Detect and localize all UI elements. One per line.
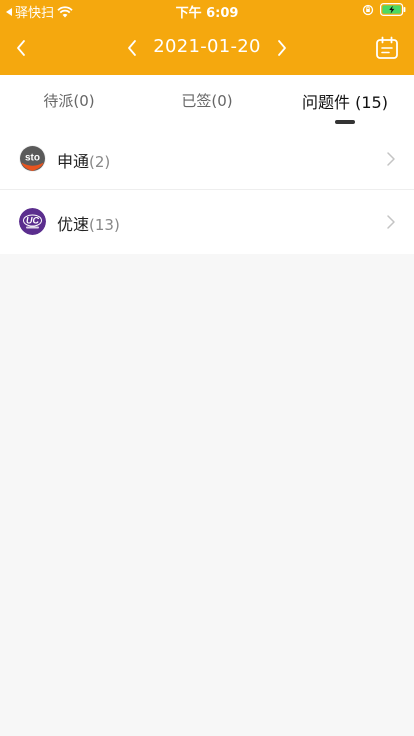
chevron-left-icon bbox=[128, 40, 136, 56]
chevron-right-icon bbox=[278, 40, 286, 56]
tab-problem-count: (15) bbox=[355, 93, 388, 112]
tab-pending-label: 待派 bbox=[43, 92, 74, 110]
date-label[interactable]: 2021-01-20 bbox=[146, 36, 268, 57]
carrier-name: 申通 bbox=[57, 152, 90, 171]
orientation-lock-icon bbox=[362, 4, 374, 15]
sto-logo-icon: sto bbox=[19, 145, 46, 172]
chevron-right-icon bbox=[387, 152, 395, 166]
list-item-uc[interactable]: UC 优速(13) bbox=[0, 190, 414, 254]
chevron-left-icon bbox=[17, 40, 25, 56]
tab-pending[interactable]: 待派(0) bbox=[0, 90, 138, 111]
status-bar: 驿快扫 下午 6:09 bbox=[0, 0, 414, 21]
svg-text:sto: sto bbox=[25, 153, 40, 164]
tab-pending-count: (0) bbox=[73, 92, 95, 110]
nav-bar: 2021-01-20 bbox=[0, 26, 414, 70]
header: 驿快扫 下午 6:09 2021-01-20 bbox=[0, 0, 414, 75]
prev-date-button[interactable] bbox=[118, 34, 146, 62]
next-date-button[interactable] bbox=[268, 34, 296, 62]
status-time: 下午 6:09 bbox=[175, 6, 239, 21]
active-tab-indicator bbox=[335, 120, 355, 124]
calendar-icon bbox=[376, 36, 398, 59]
tab-problem[interactable]: 问题件 (15) bbox=[276, 89, 414, 113]
status-right bbox=[362, 3, 406, 16]
calendar-button[interactable] bbox=[374, 35, 402, 63]
tab-signed-label: 已签 bbox=[181, 92, 212, 110]
carrier-list: sto 申通(2) UC 优速(13) bbox=[0, 127, 414, 254]
tab-problem-label: 问题件 bbox=[302, 93, 351, 112]
back-button[interactable] bbox=[8, 34, 36, 62]
carrier-count: (13) bbox=[89, 216, 120, 234]
svg-text:UC: UC bbox=[26, 216, 39, 226]
battery-charging-icon bbox=[380, 3, 406, 16]
tab-signed-count: (0) bbox=[211, 92, 233, 110]
chevron-right-icon bbox=[387, 215, 395, 229]
uc-logo-icon: UC bbox=[19, 208, 46, 235]
carrier-count: (2) bbox=[89, 153, 111, 171]
tab-bar: 待派(0) 已签(0) 问题件 (15) bbox=[0, 75, 414, 127]
carrier-name: 优速 bbox=[57, 215, 90, 234]
list-item-sto[interactable]: sto 申通(2) bbox=[0, 127, 414, 190]
tab-signed[interactable]: 已签(0) bbox=[138, 90, 276, 111]
